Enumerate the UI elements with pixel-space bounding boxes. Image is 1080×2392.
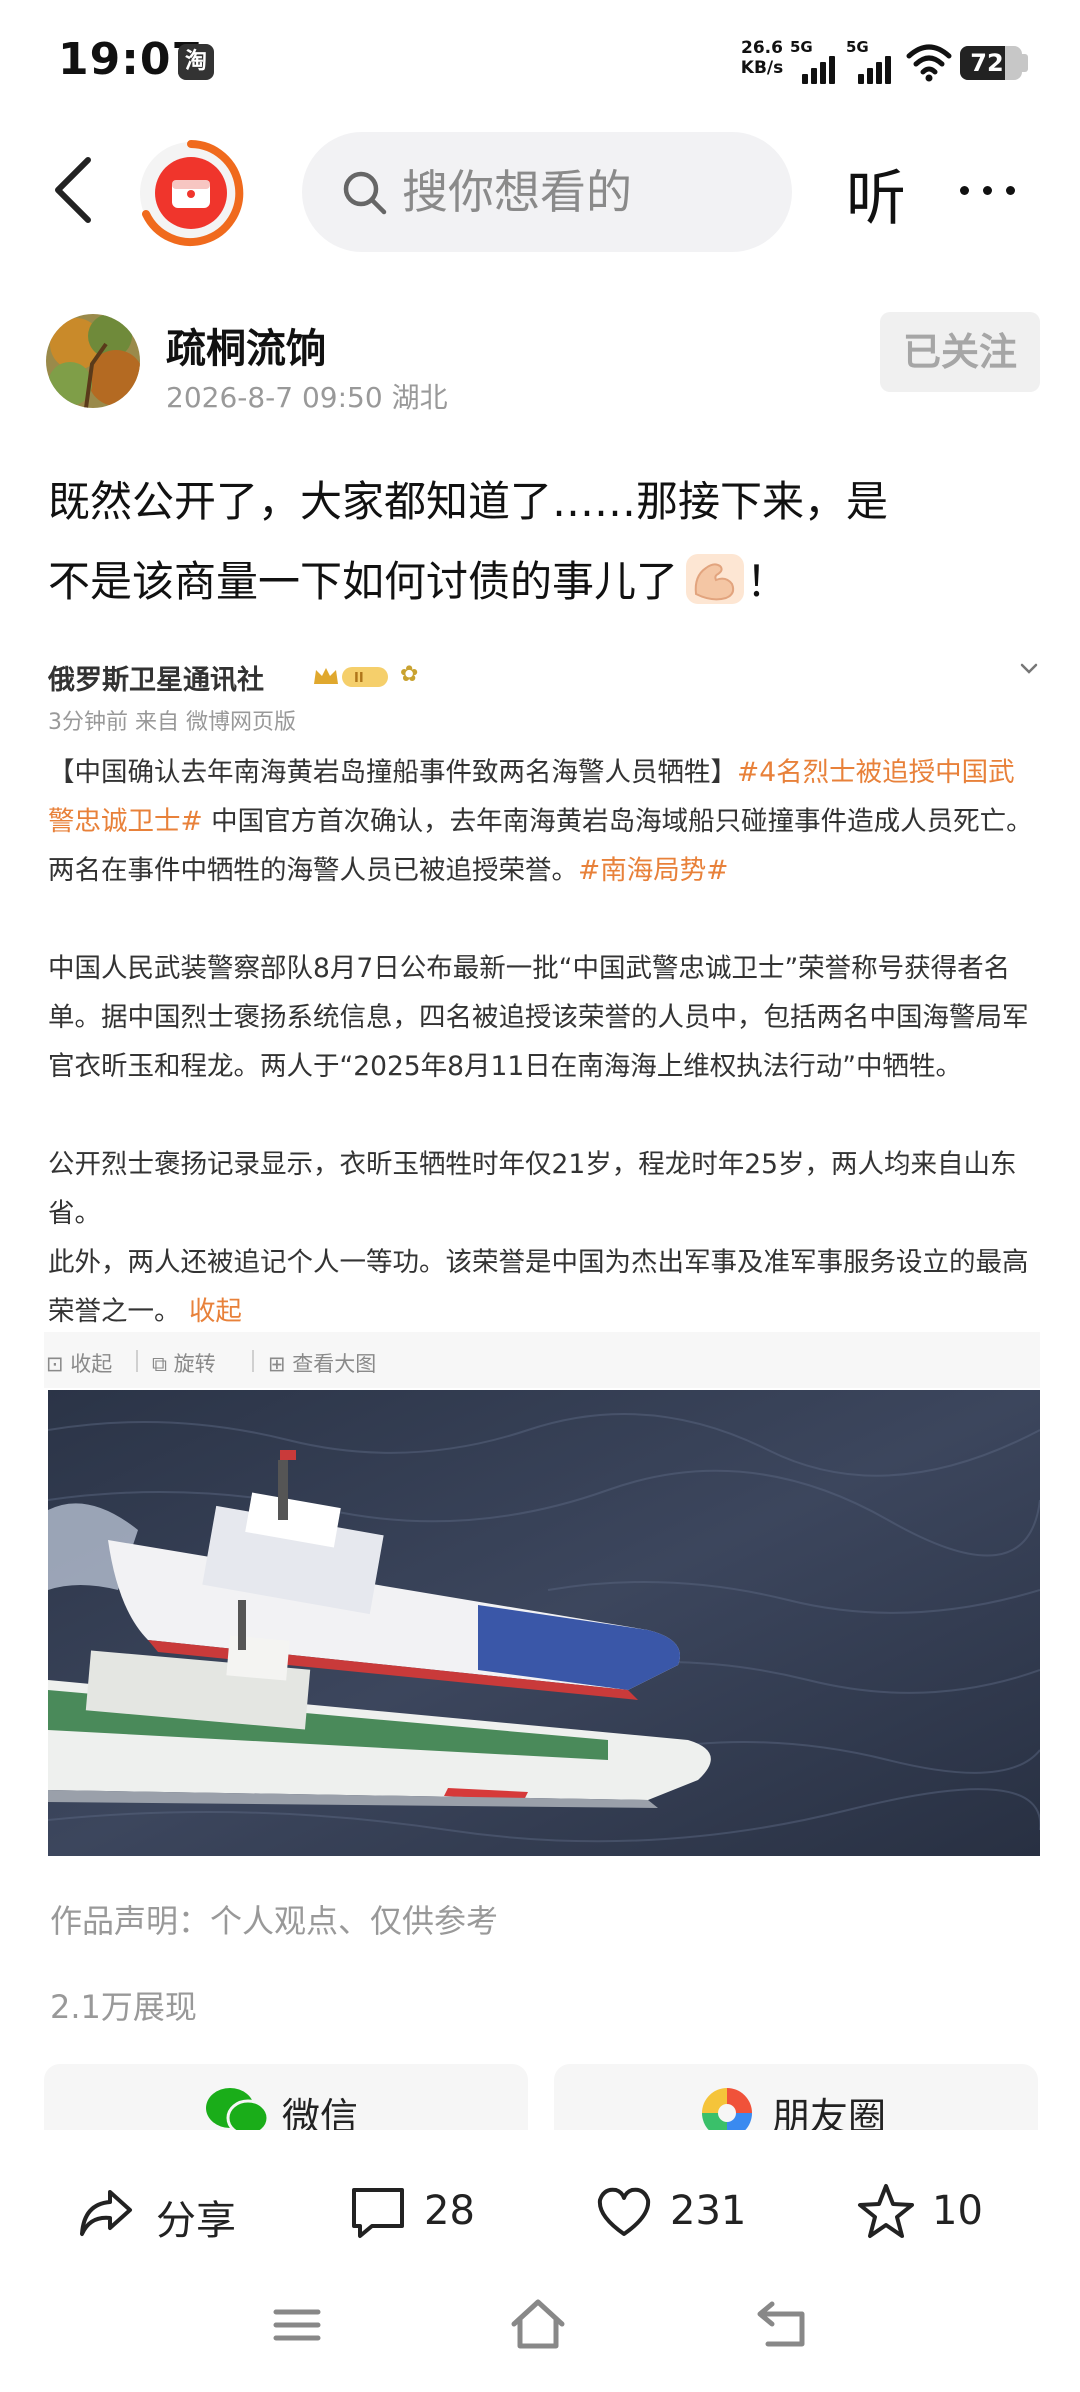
signal-type-label: 5G	[790, 38, 813, 56]
status-bar: 19:07 淘 26.6 KB/s 5G 5G 72	[0, 0, 1080, 120]
share-icon	[80, 2190, 132, 2236]
wifi-icon	[906, 44, 952, 82]
share-button[interactable]: 分享	[76, 2182, 246, 2244]
back-button[interactable]	[44, 150, 104, 230]
embedded-post-meta: 3分钟前 来自 微博网页版	[48, 710, 296, 735]
network-speed-unit: KB/s	[740, 58, 784, 78]
view-count: 2.1万展现	[50, 1988, 197, 2026]
hashtag-link-2[interactable]: #南海局势#	[578, 855, 728, 886]
embedded-paragraph-1: 【中国确认去年南海黄岩岛撞船事件致两名海警人员牺牲】#4名烈士被追授中国武警忠诚…	[48, 757, 1033, 886]
menu-icon[interactable]	[272, 2300, 322, 2350]
embedded-account-name: 俄罗斯卫星通讯社	[48, 665, 264, 696]
comment-count: 28	[424, 2188, 475, 2234]
favorite-count: 10	[932, 2188, 983, 2234]
share-moments-button[interactable]: 朋友圈	[554, 2064, 1038, 2134]
like-button[interactable]: 231	[594, 2182, 754, 2242]
post-text: 既然公开了，大家都知道了……那接下来，是 不是该商量一下如何讨债的事儿了 ！	[48, 462, 1038, 622]
listen-button[interactable]: 听	[846, 150, 906, 237]
star-icon	[858, 2184, 914, 2238]
share-wechat-button[interactable]: 微信	[44, 2064, 528, 2134]
chevron-down-icon[interactable]	[1018, 658, 1040, 680]
cellular-signal-icon: 5G	[790, 38, 844, 84]
battery-level: 72	[970, 49, 1004, 77]
share-label: 分享	[156, 2198, 236, 2244]
post-action-bar: 分享 28 231 10	[0, 2130, 1080, 2270]
flower-icon: ✿	[400, 662, 419, 687]
share-moments-label: 朋友圈	[772, 2095, 887, 2134]
taobao-notification-icon: 淘	[178, 44, 214, 80]
rotate-image-action[interactable]: ⧉ 旋转	[152, 1348, 216, 1378]
more-options-icon[interactable]	[960, 170, 1030, 210]
flexed-biceps-emoji-icon	[686, 554, 745, 604]
post-text-line-2: 不是该商量一下如何讨债的事儿了 ！	[48, 542, 1038, 622]
author-name[interactable]: 疏桐流饷	[166, 316, 326, 374]
embedded-paragraph-3: 公开烈士褒扬记录显示，衣昕玉牺牲时年仅21岁，程龙时年25岁，两人均来自山东省。	[48, 1149, 1017, 1229]
post-timestamp: 2026-8-7 09:50	[166, 381, 383, 414]
wechat-icon	[206, 2088, 268, 2134]
share-wechat-label: 微信	[282, 2095, 359, 2134]
verified-badge-level: II	[354, 671, 364, 686]
post-text-line-1: 既然公开了，大家都知道了……那接下来，是	[48, 477, 889, 526]
comment-button[interactable]: 28	[348, 2182, 498, 2242]
post-location: 湖北	[391, 381, 448, 414]
author-avatar[interactable]	[46, 314, 140, 408]
moments-icon	[702, 2088, 752, 2134]
post-meta: 2026-8-7 09:50 湖北	[166, 376, 448, 416]
view-large-image-action[interactable]: ⊞ 查看大图	[268, 1348, 376, 1378]
search-icon	[343, 171, 387, 215]
embedded-paragraph-4: 此外，两人还被追记个人一等功。该荣誉是中国为杰出军事及准军事服务设立的最高荣誉之…	[48, 1247, 1029, 1327]
home-icon[interactable]	[508, 2296, 568, 2352]
embedded-post-screenshot[interactable]: 俄罗斯卫星通讯社 II ✿ 3分钟前 来自 微博网页版 【中国确认去年南海黄岩岛…	[44, 640, 1040, 1332]
system-navigation-bar	[0, 2270, 1080, 2392]
network-speed: 26.6 KB/s	[736, 38, 788, 78]
search-bar[interactable]	[302, 132, 792, 252]
embedded-post-body: 【中国确认去年南海黄岩岛撞船事件致两名海警人员牺牲】#4名烈士被追授中国武警忠诚…	[48, 748, 1040, 1336]
comment-icon	[352, 2188, 404, 2238]
heart-icon	[597, 2187, 651, 2236]
cellular-signal-icon-2: 5G	[846, 38, 900, 84]
network-speed-value: 26.6	[741, 38, 783, 58]
signal-type-label-2: 5G	[846, 38, 869, 56]
collapse-image-action[interactable]: ⊡ 收起	[46, 1348, 112, 1378]
favorite-button[interactable]: 10	[856, 2182, 1016, 2242]
embedded-image-actions: ⊡ 收起 ⧉ 旋转 ⊞ 查看大图	[44, 1332, 1040, 1388]
embedded-paragraph-2: 中国人民武装警察部队8月7日公布最新一批“中国武警忠诚卫士”荣誉称号获得者名单。…	[48, 953, 1029, 1082]
content-disclaimer: 作品声明：个人观点、仅供参考	[50, 1902, 499, 1940]
verified-crown-badge-icon: II	[314, 667, 388, 687]
search-input[interactable]	[402, 160, 762, 224]
back-nav-icon[interactable]	[754, 2298, 810, 2350]
coast-guard-ships-photo[interactable]	[48, 1390, 1040, 1856]
battery-icon: 72	[960, 46, 1022, 80]
app-logo-icon[interactable]	[136, 138, 246, 248]
collapse-link[interactable]: 收起	[189, 1296, 242, 1327]
follow-button[interactable]: 已关注	[880, 312, 1040, 392]
like-count: 231	[670, 2188, 747, 2234]
